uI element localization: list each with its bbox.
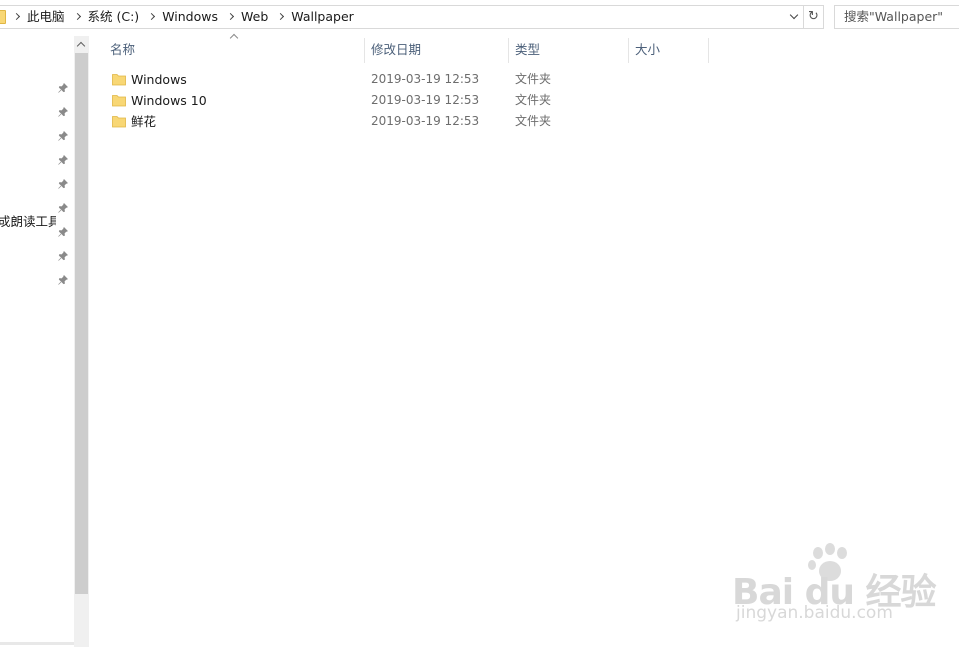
breadcrumb-windows[interactable]: Windows [162, 6, 220, 28]
chevron-right-icon[interactable] [6, 6, 27, 28]
scrollbar-thumb[interactable] [75, 53, 88, 594]
breadcrumb: 此电脑 系统 (C:) Windows Web Wallpaper [6, 6, 356, 28]
file-date: 2019-03-19 12:53 [371, 72, 480, 86]
breadcrumb-this-pc[interactable]: 此电脑 [27, 6, 67, 28]
file-name: Windows 10 [131, 93, 207, 108]
column-divider[interactable] [364, 38, 365, 63]
refresh-icon: ↻ [808, 9, 819, 24]
pin-icon[interactable] [58, 251, 68, 261]
watermark-site: jingyan.baidu.com [736, 603, 893, 623]
chevron-down-icon[interactable] [787, 6, 803, 28]
pin-icon[interactable] [58, 227, 68, 237]
pin-icon[interactable] [58, 131, 68, 141]
file-row-windows-10[interactable]: Windows 10 2019-03-19 12:53 文件夹 [108, 90, 668, 111]
column-header-type[interactable]: 类型 [515, 38, 540, 62]
file-date: 2019-03-19 12:53 [371, 114, 480, 128]
column-divider[interactable] [628, 38, 629, 63]
file-date: 2019-03-19 12:53 [371, 93, 480, 107]
refresh-button[interactable]: ↻ [804, 5, 824, 29]
scroll-up-arrow-icon[interactable] [74, 36, 89, 53]
pin-icon[interactable] [58, 203, 68, 213]
breadcrumb-web[interactable]: Web [241, 6, 270, 28]
sort-ascending-icon [229, 33, 239, 43]
folder-icon [112, 74, 126, 86]
file-name: 鲜花 [131, 114, 157, 129]
baidu-jingyan-watermark: Bai du 经验 jingyan.baidu.com [732, 543, 937, 633]
file-type: 文件夹 [515, 72, 552, 86]
search-input[interactable]: 搜索"Wallpaper" [834, 5, 959, 29]
file-row-windows[interactable]: Windows 2019-03-19 12:53 文件夹 [108, 69, 668, 90]
pin-icon[interactable] [58, 179, 68, 189]
folder-icon [112, 116, 126, 128]
file-row-flowers[interactable]: 鲜花 2019-03-19 12:53 文件夹 [108, 111, 668, 132]
breadcrumb-system-c[interactable]: 系统 (C:) [88, 6, 142, 28]
chevron-right-icon[interactable] [270, 6, 291, 28]
nav-scrollbar[interactable] [74, 36, 89, 647]
column-header-size[interactable]: 大小 [635, 38, 660, 62]
file-type: 文件夹 [515, 114, 552, 128]
column-header-date[interactable]: 修改日期 [371, 38, 421, 62]
file-name: Windows [131, 72, 187, 87]
navigation-pane: 戓朗读工具\ [0, 36, 74, 647]
pin-icon[interactable] [58, 83, 68, 93]
column-divider[interactable] [508, 38, 509, 63]
chevron-right-icon[interactable] [220, 6, 241, 28]
column-divider[interactable] [708, 38, 709, 63]
address-bar[interactable]: 此电脑 系统 (C:) Windows Web Wallpaper [0, 5, 804, 29]
breadcrumb-wallpaper[interactable]: Wallpaper [291, 6, 356, 28]
file-explorer-window: 此电脑 系统 (C:) Windows Web Wallpaper ↻ 搜索"W… [0, 0, 959, 647]
pin-icon[interactable] [58, 275, 68, 285]
pin-icon[interactable] [58, 107, 68, 117]
nav-item-label[interactable]: 戓朗读工具\ [0, 211, 56, 230]
pin-icon[interactable] [58, 155, 68, 165]
file-type: 文件夹 [515, 93, 552, 107]
column-header-name[interactable]: 名称 [110, 38, 135, 62]
chevron-right-icon[interactable] [141, 6, 162, 28]
chevron-right-icon[interactable] [67, 6, 88, 28]
folder-icon [112, 95, 126, 107]
nav-bottom-edge [0, 642, 74, 645]
